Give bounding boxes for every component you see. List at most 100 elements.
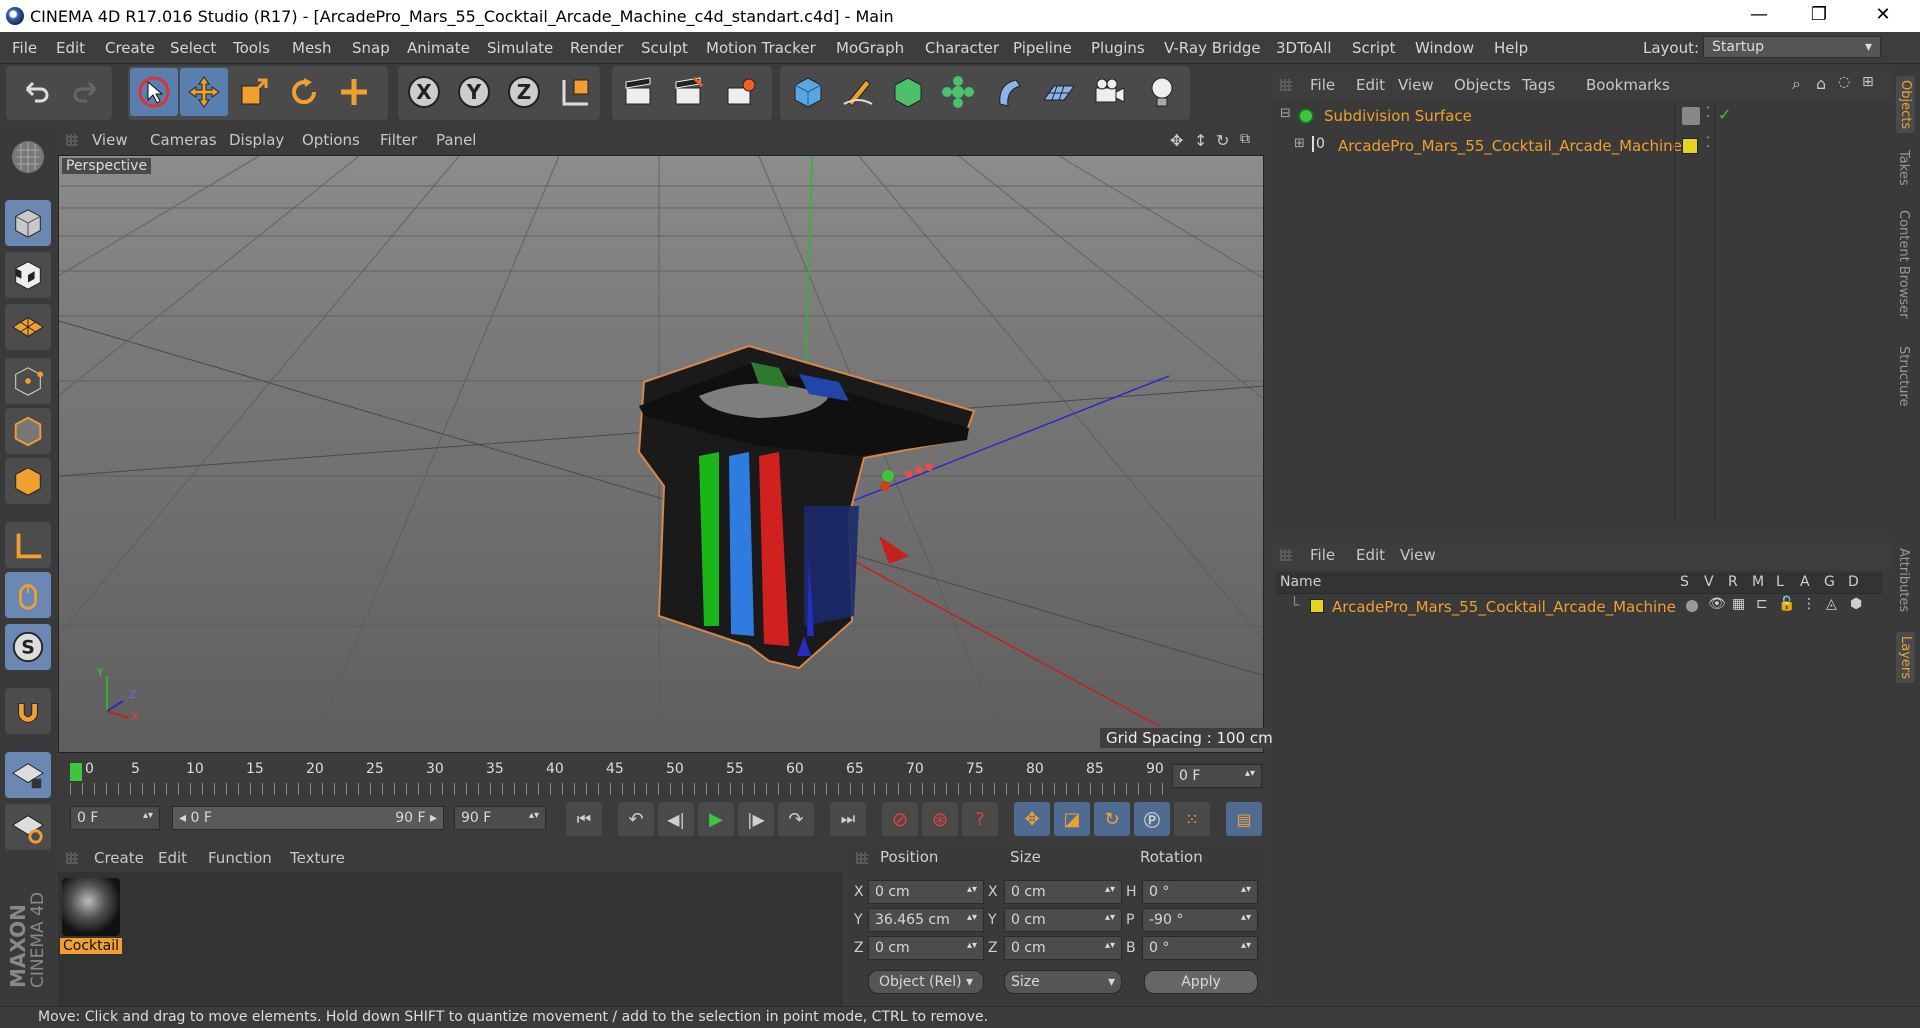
- new-window-icon[interactable]: ⊞: [1862, 74, 1874, 90]
- layer-col-l[interactable]: L: [1776, 574, 1784, 590]
- menu-create[interactable]: Create: [105, 39, 155, 57]
- layer-row[interactable]: └ ArcadePro_Mars_55_Cocktail_Arcade_Mach…: [1276, 596, 1882, 618]
- viewport-zoom-icon[interactable]: ↕: [1194, 131, 1207, 150]
- solo-mode-button[interactable]: S: [5, 624, 51, 670]
- tab-attributes[interactable]: Attributes: [1896, 548, 1911, 612]
- menu-tools[interactable]: Tools: [233, 39, 270, 57]
- render-picture-viewer-button[interactable]: [664, 68, 712, 116]
- viewport-rotate-icon[interactable]: ↻: [1216, 131, 1229, 150]
- timeline-ruler[interactable]: [58, 757, 1264, 797]
- camera-button[interactable]: [1086, 68, 1134, 116]
- object-menu-objects[interactable]: Objects: [1454, 76, 1511, 94]
- object-menu-tags[interactable]: Tags: [1522, 76, 1555, 94]
- axis-mode-button[interactable]: [5, 522, 51, 568]
- lock-icon[interactable]: 🔓: [1778, 596, 1795, 612]
- subdivision-surface-button[interactable]: [884, 68, 932, 116]
- render-view-button[interactable]: [614, 68, 662, 116]
- frame-range-slider[interactable]: ◂ 0 F 90 F ▸: [172, 806, 444, 830]
- key-position-button[interactable]: ✥: [1014, 802, 1050, 836]
- model-mode-button[interactable]: [5, 200, 51, 246]
- keyframe-selection-button[interactable]: ?: [962, 802, 998, 836]
- rotation-p-field[interactable]: -90 ° ▴▾: [1142, 908, 1258, 932]
- layer-color-swatch[interactable]: [1310, 599, 1324, 613]
- play-button[interactable]: ▶: [698, 802, 734, 836]
- menu-file[interactable]: File: [12, 39, 37, 57]
- enabled-check-icon[interactable]: ✓: [1718, 105, 1731, 124]
- close-button[interactable]: ✕: [1860, 0, 1906, 32]
- generators-icon[interactable]: ◬: [1826, 596, 1837, 612]
- position-y-field[interactable]: 36.465 cm ▴▾: [868, 908, 984, 932]
- menu-help[interactable]: Help: [1494, 39, 1528, 57]
- move-tool-button[interactable]: [180, 68, 228, 116]
- rotation-b-field[interactable]: 0 ° ▴▾: [1142, 936, 1258, 960]
- coordinate-system-button[interactable]: [552, 68, 600, 116]
- tab-content-browser[interactable]: Content Browser: [1896, 210, 1911, 319]
- menu-select[interactable]: Select: [170, 39, 216, 57]
- layer-color-swatch[interactable]: [1682, 138, 1698, 154]
- coordinate-mode-dropdown[interactable]: Object (Rel) ▾: [868, 970, 984, 994]
- viewport-maximize-icon[interactable]: ⧉: [1240, 131, 1250, 147]
- current-frame-field[interactable]: 0 F ▴▾: [1172, 764, 1262, 788]
- polygons-mode-button[interactable]: [5, 458, 51, 504]
- texture-mode-button[interactable]: [5, 252, 51, 298]
- display-tag-icon[interactable]: [1682, 107, 1700, 125]
- viewport-move-icon[interactable]: ✥: [1170, 131, 1183, 150]
- size-mode-dropdown[interactable]: Size ▾: [1004, 970, 1122, 994]
- visibility-dots-icon[interactable]: ⁚: [1706, 135, 1710, 151]
- menu-pipeline[interactable]: Pipeline: [1013, 39, 1072, 57]
- layer-menu-file[interactable]: File: [1310, 546, 1335, 564]
- z-axis-lock-button[interactable]: Z: [500, 68, 548, 116]
- viewport-menu-options[interactable]: Options: [302, 131, 360, 149]
- viewport-menu-view[interactable]: View: [92, 131, 128, 149]
- material-menu-function[interactable]: Function: [208, 849, 272, 867]
- cube-button[interactable]: [784, 68, 832, 116]
- link-icon[interactable]: ◌: [1838, 74, 1850, 90]
- tweak-mode-button[interactable]: [5, 572, 51, 618]
- menu-sculpt[interactable]: Sculpt: [641, 39, 688, 57]
- previous-frame-button[interactable]: ◀|: [658, 802, 694, 836]
- object-menu-file[interactable]: File: [1310, 76, 1335, 94]
- workplane-mode-button[interactable]: [5, 304, 51, 350]
- undo-button[interactable]: [12, 68, 60, 116]
- menu-motion-tracker[interactable]: Motion Tracker: [706, 39, 816, 57]
- snapping-button[interactable]: [5, 688, 51, 734]
- animation-icon[interactable]: ⋮: [1802, 596, 1816, 612]
- position-x-field[interactable]: 0 cm ▴▾: [868, 880, 984, 904]
- start-frame-field[interactable]: 0 F ▴▾: [70, 806, 160, 830]
- next-key-button[interactable]: ↷: [778, 802, 814, 836]
- menu-window[interactable]: Window: [1415, 39, 1474, 57]
- apply-button[interactable]: Apply: [1144, 970, 1258, 994]
- layer-col-a[interactable]: A: [1800, 574, 1810, 590]
- deformer-button[interactable]: [984, 68, 1032, 116]
- key-pla-button[interactable]: ⁙: [1174, 802, 1210, 836]
- viewport-menu-cameras[interactable]: Cameras: [150, 131, 217, 149]
- layer-col-d[interactable]: D: [1848, 574, 1859, 590]
- points-mode-button[interactable]: [5, 358, 51, 404]
- end-frame-field[interactable]: 90 F ▴▾: [454, 806, 546, 830]
- size-z-field[interactable]: 0 cm ▴▾: [1004, 936, 1122, 960]
- visibility-dots-icon[interactable]: ⁚: [1706, 105, 1710, 121]
- object-menu-edit[interactable]: Edit: [1356, 76, 1385, 94]
- maximize-button[interactable]: ❐: [1796, 0, 1842, 32]
- go-to-start-button[interactable]: ⏮: [566, 802, 602, 836]
- scale-tool-button[interactable]: [230, 68, 278, 116]
- manager-icon[interactable]: ⊏: [1756, 596, 1768, 612]
- floor-button[interactable]: [1034, 68, 1082, 116]
- viewport-menu-display[interactable]: Display: [229, 131, 284, 149]
- rotate-tool-button[interactable]: [280, 68, 328, 116]
- autokey-button[interactable]: ⊛: [922, 802, 958, 836]
- previous-key-button[interactable]: ↶: [618, 802, 654, 836]
- size-y-field[interactable]: 0 cm ▴▾: [1004, 908, 1122, 932]
- key-parameter-button[interactable]: Ⓟ: [1134, 802, 1170, 836]
- object-menu-view[interactable]: View: [1398, 76, 1434, 94]
- redo-button[interactable]: [62, 68, 110, 116]
- live-selection-button[interactable]: [130, 68, 178, 116]
- menu-vray-bridge[interactable]: V-Ray Bridge: [1164, 39, 1261, 57]
- record-button[interactable]: ⊘: [882, 802, 918, 836]
- home-icon[interactable]: ⌂: [1816, 74, 1826, 93]
- tab-structure[interactable]: Structure: [1896, 346, 1911, 406]
- workplane-rotate-button[interactable]: [5, 804, 51, 850]
- layer-col-s[interactable]: S: [1680, 574, 1689, 590]
- tab-takes[interactable]: Takes: [1896, 150, 1911, 186]
- menu-script[interactable]: Script: [1352, 39, 1396, 57]
